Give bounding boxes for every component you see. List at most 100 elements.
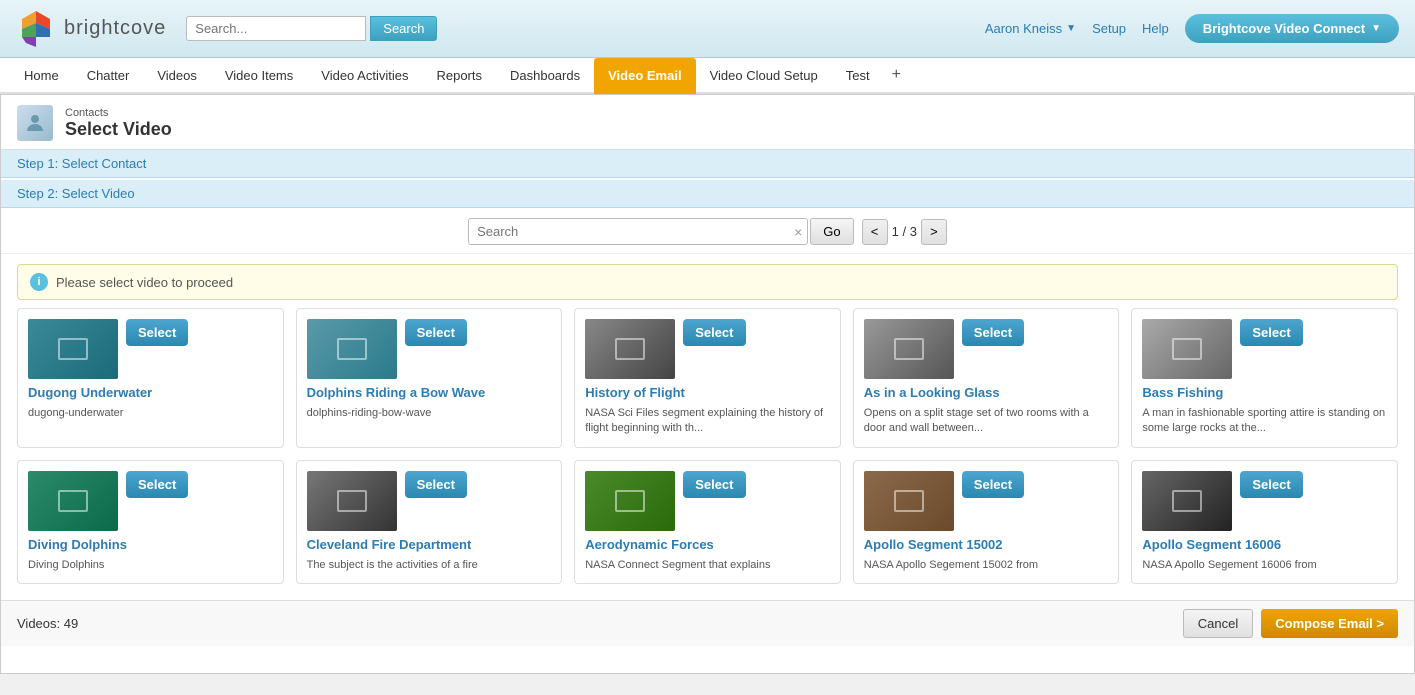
video-search-input[interactable]: [468, 218, 808, 245]
video-title[interactable]: Dugong Underwater: [28, 385, 273, 400]
card-top: Select: [28, 471, 273, 531]
page-container: Contacts Select Video Step 1: Select Con…: [0, 94, 1415, 674]
video-connect-button[interactable]: Brightcove Video Connect ▼: [1185, 14, 1399, 43]
nav-item-video-email[interactable]: Video Email: [594, 58, 695, 94]
nav-add-button[interactable]: +: [884, 58, 909, 92]
nav-item-dashboards[interactable]: Dashboards: [496, 58, 594, 94]
global-search-input[interactable]: [186, 16, 366, 41]
nav-item-video-items[interactable]: Video Items: [211, 58, 307, 94]
footer-buttons: Cancel Compose Email >: [1183, 609, 1398, 638]
video-title[interactable]: Diving Dolphins: [28, 537, 273, 552]
video-description: dolphins-riding-bow-wave: [307, 406, 552, 421]
page-icon: [17, 105, 53, 141]
video-select-button[interactable]: Select: [405, 319, 467, 346]
video-card: Select Dolphins Riding a Bow Wave dolphins…: [296, 308, 563, 448]
prev-page-button[interactable]: <: [862, 219, 888, 245]
thumbnail-shape: [337, 490, 367, 512]
video-description: NASA Connect Segment that explains: [585, 558, 830, 573]
info-message: Please select video to proceed: [56, 275, 233, 290]
card-top: Select: [585, 319, 830, 379]
user-menu[interactable]: Aaron Kneiss ▼: [985, 21, 1076, 36]
video-select-button[interactable]: Select: [1240, 471, 1302, 498]
breadcrumb: Contacts: [65, 107, 172, 119]
step2-bar: Step 2: Select Video: [1, 180, 1414, 208]
search-pagination-bar: × Go < 1 / 3 >: [1, 208, 1414, 254]
card-top: Select: [1142, 471, 1387, 531]
nav-bar: HomeChatterVideosVideo ItemsVideo Activi…: [0, 58, 1415, 94]
video-select-button[interactable]: Select: [962, 471, 1024, 498]
video-description: NASA Apollo Segement 15002 from: [864, 558, 1109, 573]
video-title[interactable]: Aerodynamic Forces: [585, 537, 830, 552]
video-grid: SelectDugong Underwaterdugong-underwater…: [1, 308, 1414, 600]
thumbnail-shape: [58, 338, 88, 360]
video-description: NASA Sci Files segment explaining the hi…: [585, 406, 830, 437]
setup-link[interactable]: Setup: [1092, 21, 1126, 36]
breadcrumb-title: Contacts Select Video: [65, 107, 172, 140]
video-select-button[interactable]: Select: [126, 319, 188, 346]
video-thumbnail: [307, 471, 397, 531]
video-card: Select Bass Fishing A man in fashionable s…: [1131, 308, 1398, 448]
video-card: Select Aerodynamic Forces NASA Connect Seg…: [574, 460, 841, 584]
video-card: SelectDiving DolphinsDiving Dolphins: [17, 460, 284, 584]
video-card: Select History of Flight NASA Sci Files se…: [574, 308, 841, 448]
nav-item-video-cloud-setup[interactable]: Video Cloud Setup: [696, 58, 832, 94]
video-title[interactable]: Apollo Segment 15002: [864, 537, 1109, 552]
video-card: SelectDugong Underwaterdugong-underwater: [17, 308, 284, 448]
video-card: Select Apollo Segment 16006 NASA Apollo Se…: [1131, 460, 1398, 584]
video-card: Select As in a Looking Glass Opens on a sp…: [853, 308, 1120, 448]
help-link[interactable]: Help: [1142, 21, 1169, 36]
video-select-button[interactable]: Select: [683, 471, 745, 498]
card-top: Select: [307, 319, 552, 379]
card-top: Select: [864, 319, 1109, 379]
card-top: Select: [307, 471, 552, 531]
video-title[interactable]: As in a Looking Glass: [864, 385, 1109, 400]
logo-text: brightcove: [64, 17, 166, 40]
videos-count: Videos: 49: [17, 616, 78, 631]
card-top: Select: [1142, 319, 1387, 379]
nav-item-reports[interactable]: Reports: [422, 58, 496, 94]
page-footer: Videos: 49 Cancel Compose Email >: [1, 600, 1414, 646]
nav-item-chatter[interactable]: Chatter: [73, 58, 144, 94]
video-thumbnail: [585, 319, 675, 379]
video-select-button[interactable]: Select: [405, 471, 467, 498]
next-page-button[interactable]: >: [921, 219, 947, 245]
global-search-button[interactable]: Search: [370, 16, 437, 41]
video-thumbnail: [585, 471, 675, 531]
video-description: A man in fashionable sporting attire is …: [1142, 406, 1387, 437]
search-clear-button[interactable]: ×: [794, 224, 802, 240]
nav-item-video-activities[interactable]: Video Activities: [307, 58, 422, 94]
user-chevron-icon: ▼: [1066, 23, 1076, 34]
video-title[interactable]: Cleveland Fire Department: [307, 537, 552, 552]
video-title[interactable]: History of Flight: [585, 385, 830, 400]
video-description: NASA Apollo Segement 16006 from: [1142, 558, 1387, 573]
video-thumbnail: [864, 471, 954, 531]
cancel-button[interactable]: Cancel: [1183, 609, 1253, 638]
video-title[interactable]: Apollo Segment 16006: [1142, 537, 1387, 552]
video-description: Opens on a split stage set of two rooms …: [864, 406, 1109, 437]
video-thumbnail: [1142, 319, 1232, 379]
video-title[interactable]: Dolphins Riding a Bow Wave: [307, 385, 552, 400]
thumbnail-shape: [894, 338, 924, 360]
video-select-button[interactable]: Select: [683, 319, 745, 346]
connect-chevron-icon: ▼: [1371, 23, 1381, 34]
page-title: Select Video: [65, 119, 172, 140]
thumbnail-shape: [894, 490, 924, 512]
nav-item-test[interactable]: Test: [832, 58, 884, 94]
compose-email-button[interactable]: Compose Email >: [1261, 609, 1398, 638]
video-select-button[interactable]: Select: [1240, 319, 1302, 346]
search-go-button[interactable]: Go: [810, 218, 853, 245]
step1-bar: Step 1: Select Contact: [1, 150, 1414, 178]
nav-item-home[interactable]: Home: [10, 58, 73, 94]
search-area: Search: [186, 16, 437, 41]
logo-area: brightcove: [16, 9, 166, 49]
thumbnail-shape: [615, 338, 645, 360]
nav-item-videos[interactable]: Videos: [143, 58, 211, 94]
video-thumbnail: [28, 471, 118, 531]
thumbnail-shape: [58, 490, 88, 512]
video-title[interactable]: Bass Fishing: [1142, 385, 1387, 400]
thumbnail-shape: [337, 338, 367, 360]
video-select-button[interactable]: Select: [962, 319, 1024, 346]
video-select-button[interactable]: Select: [126, 471, 188, 498]
card-top: Select: [585, 471, 830, 531]
info-icon: i: [30, 273, 48, 291]
